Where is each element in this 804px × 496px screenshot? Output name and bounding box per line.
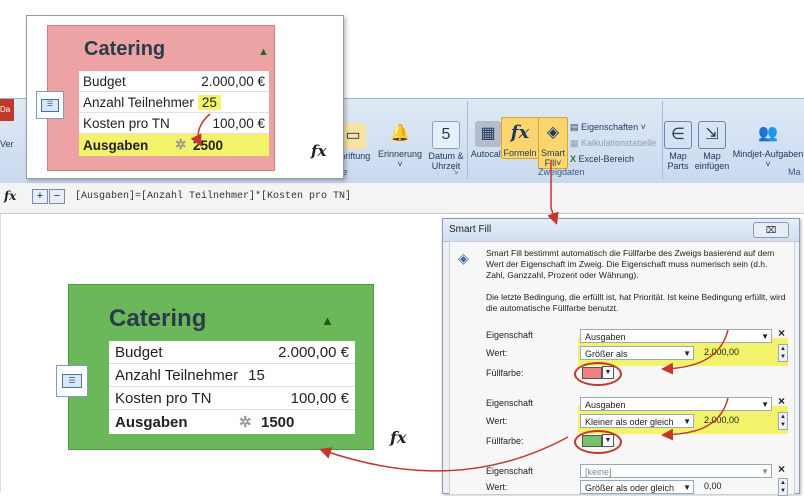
arrow-highlight-to-fill-green — [661, 397, 729, 441]
arrow-participants-to-result — [190, 113, 211, 147]
arrow-fill-to-green-card — [319, 436, 569, 472]
annotation-arrows — [190, 113, 729, 472]
arrow-highlight-to-fill-red — [661, 329, 729, 375]
arrow-smartfill-to-dialog — [547, 160, 559, 225]
